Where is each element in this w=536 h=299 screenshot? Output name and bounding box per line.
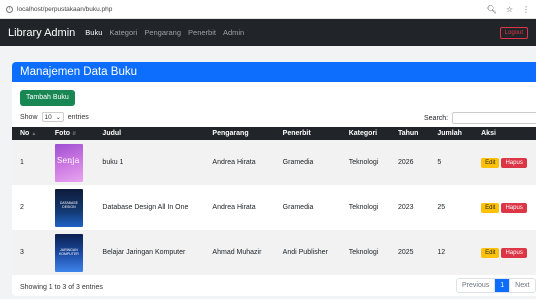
cell-penerbit: Gramedia [282, 204, 314, 211]
column-header-no[interactable]: No ▲ [12, 127, 47, 140]
top-navbar: Library Admin Buku Kategori Pengarang Pe… [0, 19, 536, 46]
show-label: Show [20, 113, 38, 121]
entries-select[interactable]: 10 ⌄ [41, 112, 64, 122]
table-row: 3 JARINGAN KOMPUTER Belajar Jaringan Kom… [12, 230, 536, 275]
column-header-label: Pengarang [212, 130, 249, 137]
column-header-judul[interactable]: Judul [94, 127, 204, 140]
extensions-icon[interactable]: ⋮ [522, 5, 530, 14]
book-cover-image: JARINGAN KOMPUTER [54, 233, 83, 272]
cell-pengarang: Andrea Hirata [212, 204, 256, 211]
column-header-penerbit[interactable]: Penerbit [275, 127, 341, 140]
column-header-pengarang[interactable]: Pengarang [204, 127, 274, 140]
book-cover-image: Senja [54, 143, 83, 182]
column-header-kategori[interactable]: Kategori [341, 127, 390, 140]
cell-aksi: Edit Hapus [473, 185, 536, 230]
pagination: Previous 1 Next [456, 278, 536, 293]
cell-jumlah: 25 [437, 204, 446, 211]
column-header-tahun[interactable]: Tahun [390, 127, 429, 140]
column-header-label: No [20, 130, 30, 137]
cell-judul: Database Design All In One [102, 204, 189, 211]
delete-button[interactable]: Hapus [501, 157, 527, 168]
table-row: 1 Senja buku 1 Andrea Hirata Gramedia Te… [12, 140, 536, 185]
edit-button[interactable]: Edit [481, 247, 500, 258]
logout-button[interactable]: Logout [499, 26, 528, 39]
column-header-label: Judul [102, 130, 122, 137]
cell-foto: JARINGAN KOMPUTER [47, 230, 95, 275]
search-control: Search: [424, 112, 536, 124]
cell-pengarang: Ahmad Muhazir [212, 249, 262, 256]
table-header-row: No ▲ Foto ⇵ Judul Pengarang Penerbit Kateg… [12, 127, 536, 140]
column-header-jumlah[interactable]: Jumlah [429, 127, 473, 140]
nav-item-buku[interactable]: Buku [85, 28, 102, 37]
column-header-label: Aksi [481, 130, 496, 137]
pagination-next[interactable]: Next [510, 279, 534, 292]
cell-jumlah: 5 [437, 159, 442, 166]
browser-address-bar[interactable]: i localhost/perpustakaan/buku.php 🔍︎ ☆ ⋮ [0, 0, 536, 19]
cell-kategori: Teknologi [348, 249, 379, 256]
book-cover-image: DATABASE DESIGN [54, 188, 83, 227]
column-header-label: Jumlah [437, 130, 462, 137]
cell-no: 3 [20, 249, 24, 256]
edit-button[interactable]: Edit [481, 202, 500, 213]
add-book-button[interactable]: Tambah Buku [20, 90, 75, 106]
search-label: Search: [424, 114, 449, 122]
book-cover-title: JARINGAN KOMPUTER [58, 247, 79, 256]
cell-judul: Belajar Jaringan Komputer [102, 249, 186, 256]
entries-length-control: Show 10 ⌄ entries [20, 112, 89, 122]
delete-button[interactable]: Hapus [501, 202, 527, 213]
books-table: No ▲ Foto ⇵ Judul Pengarang Penerbit Kateg… [12, 127, 536, 275]
cell-kategori: Teknologi [348, 159, 379, 166]
cell-aksi: Edit Hapus [473, 230, 536, 275]
cell-penerbit: Andi Publisher [282, 249, 328, 256]
url-text[interactable]: localhost/perpustakaan/buku.php [17, 6, 478, 13]
nav-item-kategori[interactable]: Kategori [109, 28, 137, 37]
column-header-label: Foto [54, 130, 71, 137]
search-input[interactable] [452, 112, 536, 124]
cell-judul: buku 1 [102, 159, 124, 166]
sort-icon: ⇵ [72, 131, 77, 137]
page-title: Manajemen Data Buku [12, 62, 536, 82]
column-header-label: Tahun [397, 130, 419, 137]
cell-penerbit: Gramedia [282, 159, 314, 166]
nav-item-penerbit[interactable]: Penerbit [188, 28, 216, 37]
column-header-foto[interactable]: Foto ⇵ [47, 127, 95, 140]
bookmark-star-icon[interactable]: ☆ [506, 5, 513, 14]
book-management-card: Manajemen Data Buku Tambah Buku Show 10 … [12, 62, 536, 296]
brand-title[interactable]: Library Admin [8, 27, 75, 39]
cell-foto: Senja [47, 140, 95, 185]
pagination-previous[interactable]: Previous [457, 279, 496, 292]
book-cover-title: DATABASE DESIGN [59, 200, 78, 209]
pagination-page-1[interactable]: 1 [495, 279, 511, 292]
column-header-label: Penerbit [282, 130, 311, 137]
edit-button[interactable]: Edit [481, 157, 500, 168]
cell-kategori: Teknologi [348, 204, 379, 211]
table-row: 2 DATABASE DESIGN Database Design All In… [12, 185, 536, 230]
cell-aksi: Edit Hapus [473, 140, 536, 185]
cell-tahun: 2026 [397, 159, 414, 166]
column-header-aksi[interactable]: Aksi [473, 127, 536, 140]
cell-no: 2 [20, 204, 24, 211]
zoom-icon[interactable]: 🔍︎ [487, 5, 497, 14]
cell-tahun: 2025 [397, 249, 414, 256]
cell-jumlah: 12 [437, 249, 446, 256]
nav-item-admin[interactable]: Admin [223, 28, 244, 37]
delete-button[interactable]: Hapus [501, 247, 527, 258]
column-header-label: Kategori [348, 130, 378, 137]
nav-item-pengarang[interactable]: Pengarang [144, 28, 181, 37]
table-info-text: Showing 1 to 3 of 3 entries [20, 284, 103, 291]
book-cover-title: Senja [56, 155, 80, 165]
entries-label: entries [67, 113, 89, 121]
chevron-down-icon: ⌄ [55, 114, 61, 121]
cell-no: 1 [20, 159, 24, 166]
cell-pengarang: Andrea Hirata [212, 159, 256, 166]
sort-asc-icon: ▲ [31, 131, 37, 137]
cell-foto: DATABASE DESIGN [47, 185, 95, 230]
entries-select-value: 10 [44, 113, 52, 121]
cell-tahun: 2023 [397, 204, 414, 211]
site-info-icon[interactable]: i [6, 5, 13, 13]
